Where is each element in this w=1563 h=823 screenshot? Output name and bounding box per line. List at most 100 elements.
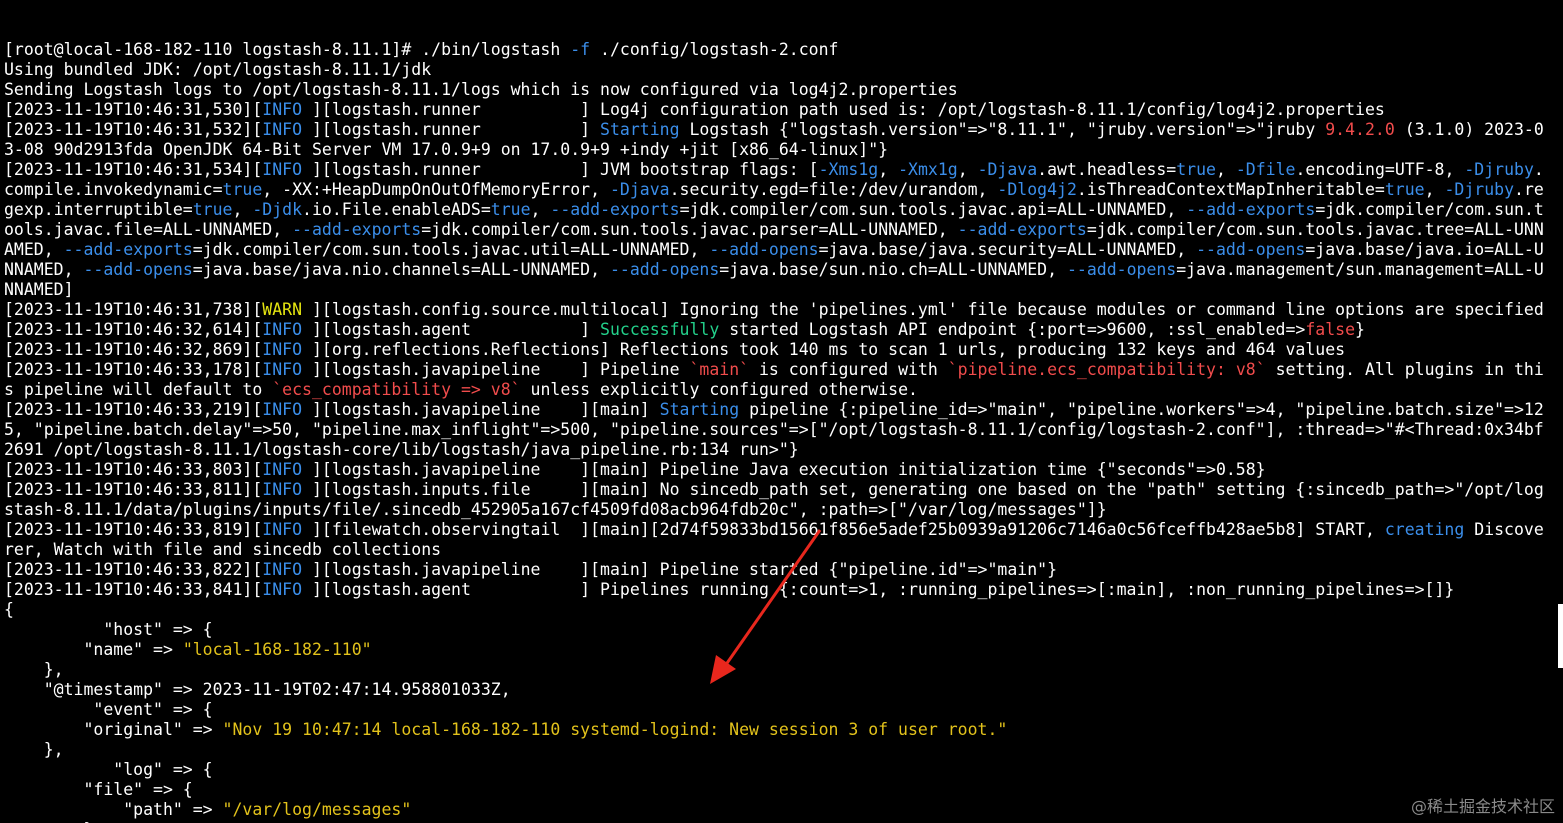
terminal-text: "file" => { xyxy=(4,780,193,799)
terminal-line: [2023-11-19T10:46:32,869][INFO ][org.ref… xyxy=(4,340,1563,360)
terminal-text: INFO xyxy=(262,560,303,579)
terminal-line: NNAMED, --add-opens=java.base/java.nio.c… xyxy=(4,260,1563,280)
terminal-text: Starting xyxy=(600,120,680,139)
terminal-text: --add-exports xyxy=(63,240,193,259)
terminal-text: -Djava xyxy=(977,160,1038,179)
terminal-text: =java.base/java.io=ALL-U xyxy=(1305,240,1544,259)
terminal-text: Using bundled JDK: /opt/logstash-8.11.1/… xyxy=(4,60,432,79)
terminal-text: .io.File.enableADS= xyxy=(302,200,491,219)
terminal-line: [2023-11-19T10:46:32,614][INFO ][logstas… xyxy=(4,320,1563,340)
terminal-text: [2023-11-19T10:46:33,819][ xyxy=(4,520,263,539)
terminal-line: s pipeline will default to `ecs_compatib… xyxy=(4,380,1563,400)
terminal-text: false xyxy=(1305,320,1356,339)
terminal-line: "path" => "/var/log/messages" xyxy=(4,800,1563,820)
terminal-line: Using bundled JDK: /opt/logstash-8.11.1/… xyxy=(4,60,1563,80)
terminal-text: ][logstash.javapipeline ][main] Pipeline… xyxy=(302,560,1058,579)
terminal-text: }, xyxy=(4,660,64,679)
terminal-text: =jdk.compiler/com.sun.tools.javac.tree=A… xyxy=(1086,220,1544,239)
terminal-text: =jdk.compiler/com.sun.tools.javac.parser… xyxy=(421,220,958,239)
terminal-line: [2023-11-19T10:46:33,219][INFO ][logstas… xyxy=(4,400,1563,420)
terminal-text: INFO xyxy=(262,120,303,139)
terminal-text: INFO xyxy=(262,320,303,339)
terminal-line: "original" => "Nov 19 10:47:14 local-168… xyxy=(4,720,1563,740)
terminal-text: --add-exports xyxy=(1186,200,1316,219)
terminal-text: ][logstash.runner ] JVM bootstrap flags:… xyxy=(302,160,819,179)
terminal-text: [root@local-168-182-110 logstash-8.11.1]… xyxy=(4,40,571,59)
terminal-text: -Dlog4j2 xyxy=(997,180,1077,199)
terminal-text: 9.4.2.0 xyxy=(1325,120,1395,139)
terminal-text: =java.management/sun.management=ALL-U xyxy=(1176,260,1544,279)
terminal-text: ][logstash.config.source.multilocal] Ign… xyxy=(302,300,1544,319)
terminal-text: , xyxy=(957,160,978,179)
terminal-text: rer, Watch with file and sincedb collect… xyxy=(4,540,442,559)
terminal-text: --add-opens xyxy=(83,260,193,279)
terminal-text: INFO xyxy=(262,400,303,419)
terminal-text: }, xyxy=(4,740,64,759)
terminal-line: gexp.interruptible=true, -Djdk.io.File.e… xyxy=(4,200,1563,220)
terminal-line: { xyxy=(4,600,1563,620)
terminal-text: `main` xyxy=(689,360,750,379)
terminal-text: .re xyxy=(1514,180,1544,199)
terminal-text: `ecs_compatibility => v8` xyxy=(272,380,521,399)
terminal-text: gexp.interruptible= xyxy=(4,200,193,219)
terminal-text: 5, "pipeline.batch.delay"=>50, "pipeline… xyxy=(4,420,1544,439)
terminal-text: [2023-11-19T10:46:33,841][ xyxy=(4,580,263,599)
terminal-text: 2691 /opt/logstash-8.11.1/logstash-core/… xyxy=(4,440,799,459)
terminal-text: "@timestamp" => 2023-11-19T02:47:14.9588… xyxy=(4,680,511,699)
terminal-text: ][filewatch.observingtail ][main][2d74f5… xyxy=(302,520,1385,539)
terminal-line: ools.javac.file=ALL-UNNAMED, --add-expor… xyxy=(4,220,1563,240)
terminal-line: }, xyxy=(4,660,1563,680)
terminal-text: INFO xyxy=(262,580,303,599)
terminal-line: [2023-11-19T10:46:33,811][INFO ][logstas… xyxy=(4,480,1563,500)
terminal-text: NNAMED] xyxy=(4,280,74,299)
terminal-line: rer, Watch with file and sincedb collect… xyxy=(4,540,1563,560)
terminal-text: (3.1.0) 2023-0 xyxy=(1394,120,1544,139)
terminal-text: ools.javac.file=ALL-UNNAMED, xyxy=(4,220,293,239)
terminal-text: true xyxy=(192,200,233,219)
terminal-text: "original" => xyxy=(4,720,223,739)
terminal-text: --add-opens xyxy=(1066,260,1177,279)
terminal-text: -f xyxy=(570,40,591,59)
terminal-text: INFO xyxy=(262,360,303,379)
terminal-text: =java.base/java.security=ALL-UNNAMED, xyxy=(818,240,1197,259)
terminal-text: stash-8.11.1/data/plugins/inputs/file/.s… xyxy=(4,500,1107,519)
terminal-text: , xyxy=(530,200,551,219)
terminal-output[interactable]: [root@local-168-182-110 logstash-8.11.1]… xyxy=(0,0,1563,823)
terminal-text: } xyxy=(1355,320,1365,339)
terminal-text: --add-exports xyxy=(292,220,422,239)
terminal-text: , xyxy=(232,200,253,219)
terminal-text: creating xyxy=(1384,520,1465,539)
terminal-text: s pipeline will default to xyxy=(4,380,273,399)
terminal-text: [2023-11-19T10:46:33,219][ xyxy=(4,400,263,419)
terminal-line: "host" => { xyxy=(4,620,1563,640)
terminal-text: Starting xyxy=(659,400,740,419)
terminal-line: "log" => { xyxy=(4,760,1563,780)
terminal-line: [2023-11-19T10:46:31,530][INFO ][logstas… xyxy=(4,100,1563,120)
terminal-line: AMED, --add-exports=jdk.compiler/com.sun… xyxy=(4,240,1563,260)
terminal-text: , -XX:+HeapDumpOnOutOfMemoryError, xyxy=(262,180,610,199)
terminal-text: true xyxy=(1384,180,1425,199)
terminal-text: -Xms1g xyxy=(818,160,879,179)
terminal-text: -Djruby xyxy=(1464,160,1534,179)
terminal-text: "Nov 19 10:47:14 local-168-182-110 syste… xyxy=(222,720,1008,739)
terminal-text: true xyxy=(490,200,531,219)
terminal-text: "/var/log/messages" xyxy=(222,800,412,819)
terminal-text: compile.invokedynamic= xyxy=(4,180,223,199)
terminal-text: Sending Logstash logs to /opt/logstash-8… xyxy=(4,80,958,99)
terminal-text: ][logstash.javapipeline ] Pipeline xyxy=(302,360,690,379)
terminal-text: .security.egd=file:/dev/urandom, xyxy=(669,180,998,199)
terminal-text: [2023-11-19T10:46:32,869][ xyxy=(4,340,263,359)
terminal-text: =jdk.compiler/com.sun.t xyxy=(1315,200,1544,219)
terminal-text: "host" => { xyxy=(4,620,213,639)
terminal-text: .awt.headless= xyxy=(1037,160,1177,179)
terminal-text: --add-opens xyxy=(1196,240,1306,259)
terminal-text: INFO xyxy=(262,520,303,539)
terminal-line: "file" => { xyxy=(4,780,1563,800)
terminal-line: 5, "pipeline.batch.delay"=>50, "pipeline… xyxy=(4,420,1563,440)
terminal-text: [2023-11-19T10:46:31,738][ xyxy=(4,300,263,319)
terminal-text: ][logstash.agent ] Pipelines running {:c… xyxy=(302,580,1455,599)
scrollbar-thumb[interactable] xyxy=(1558,604,1563,668)
terminal-text: --add-opens xyxy=(610,260,720,279)
terminal-line: [2023-11-19T10:46:33,178][INFO ][logstas… xyxy=(4,360,1563,380)
terminal-text: { xyxy=(4,600,14,619)
